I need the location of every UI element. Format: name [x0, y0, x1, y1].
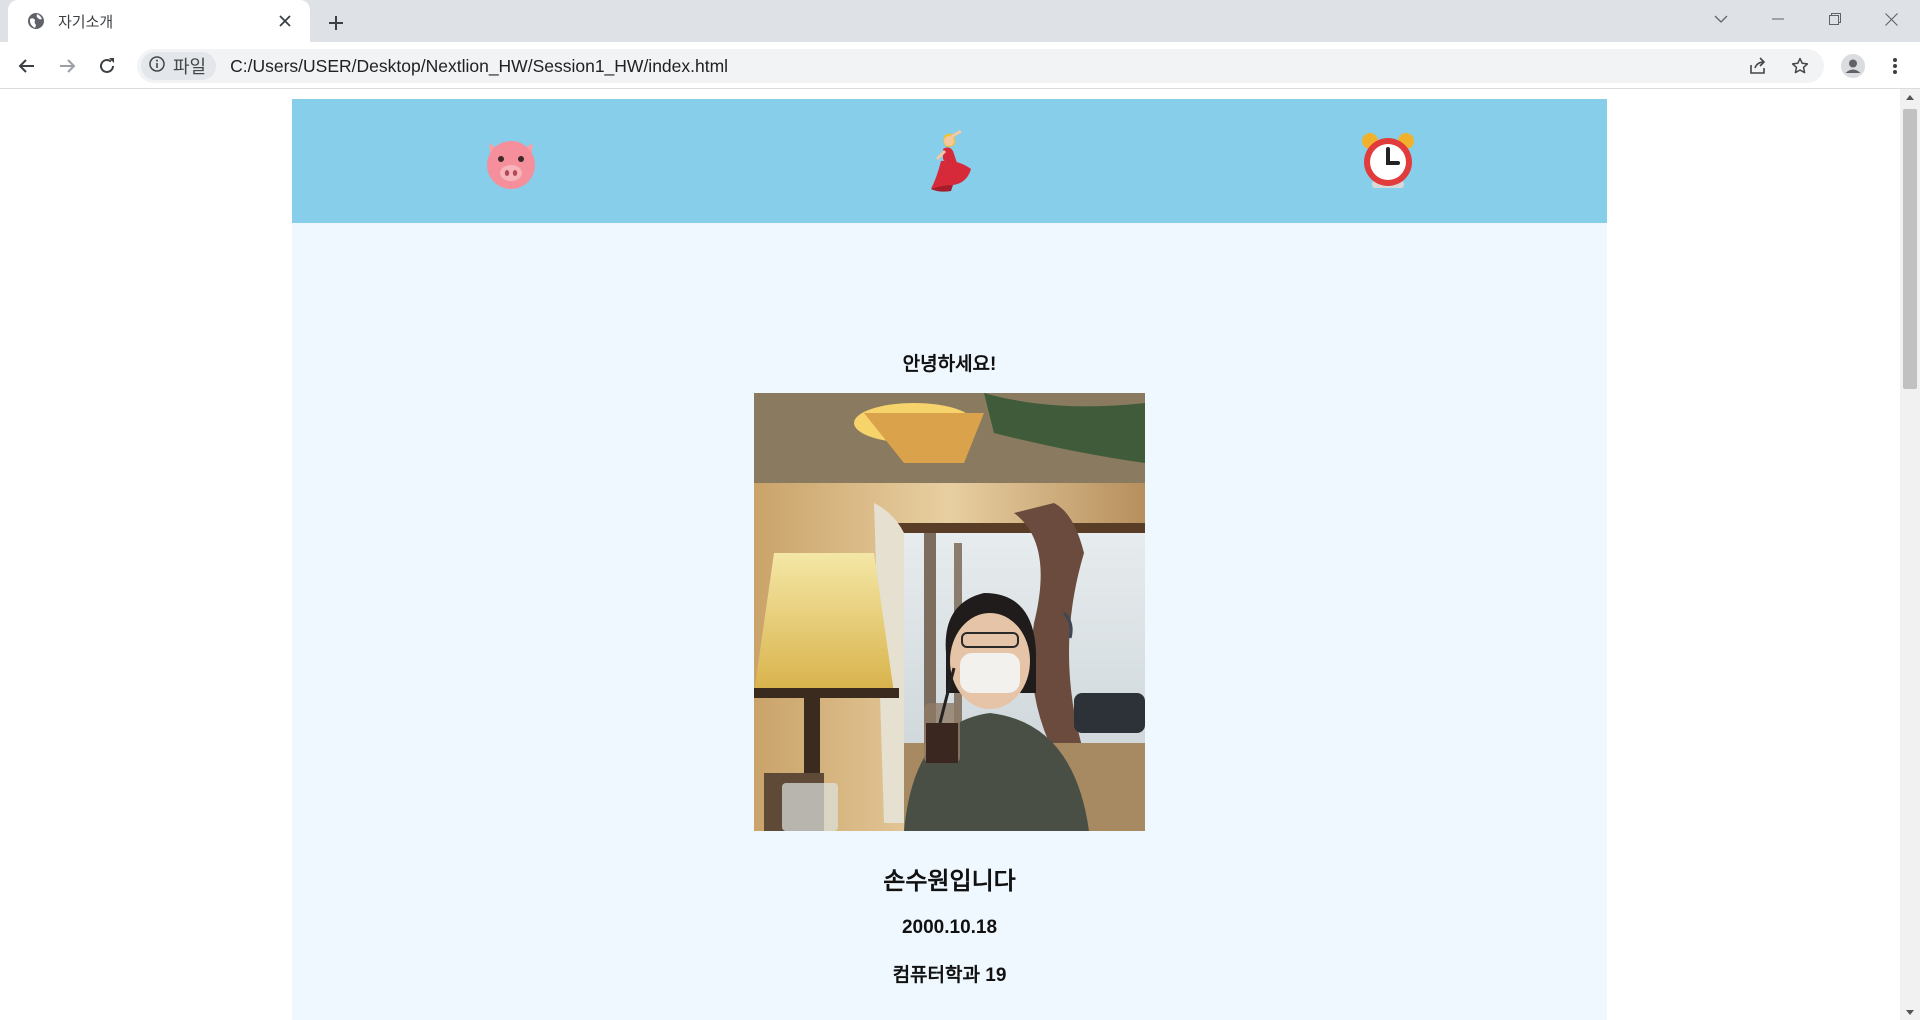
kebab-menu-icon[interactable]	[1880, 51, 1910, 81]
tab-title: 자기소개	[58, 13, 114, 31]
header-nav	[292, 99, 1607, 223]
tab-strip: 자기소개	[0, 0, 1920, 42]
share-icon[interactable]	[1744, 52, 1772, 80]
profile-photo	[754, 393, 1145, 831]
greeting-text: 안녕하세요!	[902, 354, 997, 375]
scroll-up-icon[interactable]	[1900, 89, 1920, 105]
plus-icon[interactable]	[322, 9, 350, 37]
page-container: 안녕하세요! 손수원입니다 2000.10.18 컴퓨터학과 19	[292, 99, 1607, 1020]
alarm-clock-icon	[1361, 133, 1414, 188]
scroll-down-icon[interactable]	[1900, 1004, 1920, 1020]
info-icon	[149, 55, 165, 77]
forward-arrow-icon[interactable]	[52, 51, 82, 81]
site-info-chip[interactable]: 파일	[141, 52, 217, 80]
restore-icon[interactable]	[1806, 0, 1863, 38]
close-tab-icon[interactable]	[274, 10, 296, 32]
nav-item-alarm[interactable]	[1169, 99, 1607, 223]
pig-face-icon	[487, 141, 536, 189]
star-icon[interactable]	[1786, 52, 1814, 80]
scroll-thumb[interactable]	[1903, 109, 1917, 389]
dancer-icon	[931, 129, 972, 192]
name-text: 손수원입니다	[883, 868, 1016, 895]
browser-tab[interactable]: 자기소개	[8, 0, 310, 42]
reload-icon[interactable]	[92, 51, 122, 81]
tab-search-icon[interactable]	[1692, 0, 1749, 38]
profile-icon[interactable]	[1838, 51, 1868, 81]
nav-item-dancer[interactable]	[730, 99, 1168, 223]
vertical-scrollbar[interactable]	[1900, 89, 1920, 1020]
browser-toolbar: 파일 C:/Users/USER/Desktop/Nextlion_HW/Ses…	[0, 42, 1920, 89]
url-text[interactable]: C:/Users/USER/Desktop/Nextlion_HW/Sessio…	[230, 56, 728, 77]
nav-item-pig[interactable]	[292, 99, 730, 223]
site-info-label: 파일	[173, 57, 207, 77]
page-viewport: 안녕하세요! 손수원입니다 2000.10.18 컴퓨터학과 19	[0, 89, 1900, 1020]
major-text: 컴퓨터학과 19	[892, 965, 1007, 986]
minimize-icon[interactable]	[1749, 0, 1806, 38]
back-arrow-icon[interactable]	[12, 51, 42, 81]
address-bar[interactable]: 파일 C:/Users/USER/Desktop/Nextlion_HW/Ses…	[137, 49, 1824, 83]
birth-date-text: 2000.10.18	[901, 917, 998, 938]
close-icon[interactable]	[1863, 0, 1920, 38]
window-controls	[1692, 0, 1920, 38]
globe-icon	[26, 11, 46, 31]
